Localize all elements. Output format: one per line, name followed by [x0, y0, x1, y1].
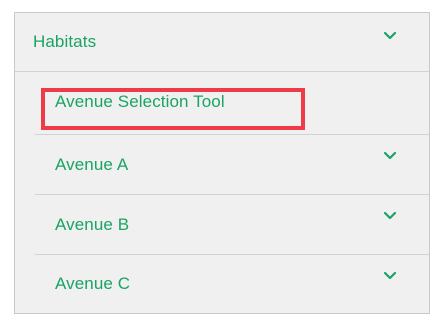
menu-item-label: Avenue Selection Tool: [55, 92, 225, 111]
menu-item-avenue-c[interactable]: Avenue C: [15, 255, 429, 313]
menu-item-label: Avenue B: [55, 214, 130, 234]
menu-item-label: Avenue C: [55, 274, 131, 293]
menu-item-avenue-selection-tool[interactable]: Avenue Selection Tool: [15, 72, 429, 134]
menu-item-avenue-b[interactable]: Avenue B: [15, 195, 429, 254]
menu-item-avenue-a[interactable]: Avenue A: [15, 135, 429, 194]
menu-item-habitats[interactable]: Habitats: [15, 13, 429, 71]
navigation-menu: Habitats Avenue Selection Tool Avenue A …: [14, 12, 430, 314]
chevron-down-icon[interactable]: [383, 151, 397, 161]
chevron-down-icon[interactable]: [383, 271, 397, 281]
menu-item-label: Avenue A: [55, 154, 129, 174]
chevron-down-icon[interactable]: [383, 31, 397, 41]
chevron-down-icon[interactable]: [383, 211, 397, 221]
menu-item-label: Habitats: [33, 32, 97, 51]
